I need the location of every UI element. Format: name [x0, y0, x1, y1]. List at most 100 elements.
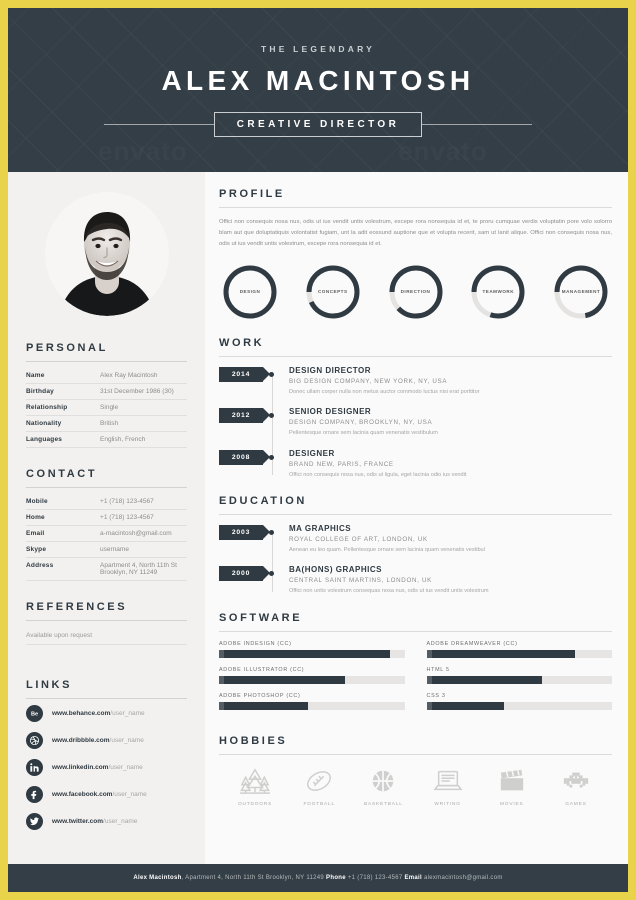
- list-item[interactable]: Be www.behance.com/user_name: [26, 705, 187, 722]
- profile-text: Offici non consequis nosa nus, odis ut i…: [219, 219, 612, 247]
- footer-address: , Apartment 4, North 11th St Brooklyn, N…: [181, 875, 327, 881]
- row-value[interactable]: username: [100, 541, 187, 558]
- footer-phone-label: Phone: [326, 875, 346, 881]
- skill-bar-label: ADOBE INDESIGN (CC): [219, 640, 292, 647]
- skill-bar-fill: [219, 675, 346, 684]
- list-item[interactable]: www.facebook.com/user_name: [26, 786, 187, 803]
- skill-label: MANAGEMENT: [561, 289, 601, 295]
- divider: [26, 487, 187, 488]
- divider: [219, 355, 612, 357]
- work-block: WORK 2014 DESIGN DIRECTOR BIG DESIGN COM…: [219, 337, 612, 479]
- software-bars: ADOBE INDESIGN (CC) ADOBE ILLUSTRATOR (C…: [219, 641, 612, 719]
- row-label: Nationality: [26, 415, 101, 432]
- degree-title: MA GRAPHICS: [289, 523, 352, 533]
- skill-bar-track: [219, 701, 405, 710]
- link-path: /user_name: [112, 791, 147, 798]
- skill-bar-fill: [426, 701, 505, 710]
- football-icon: [307, 770, 332, 791]
- job-org: BRAND NEW, PARIS, FRANCE: [289, 460, 394, 468]
- footer-phone: +1 (718) 123-4567: [345, 875, 405, 881]
- svg-text:Be: Be: [31, 711, 38, 717]
- list-item[interactable]: www.twitter.com/user_name: [26, 813, 187, 830]
- skill-bar-fill: [219, 701, 309, 710]
- table-row: Languages English, French: [26, 431, 187, 448]
- timeline-dot: [269, 413, 274, 419]
- resume-body: PERSONAL Name Alex Ray Macintosh Birthda…: [8, 172, 628, 864]
- row-label: Email: [26, 525, 101, 542]
- work-title: WORK: [219, 336, 265, 349]
- link-path: /user_name: [108, 764, 143, 771]
- trees-icon: [240, 768, 270, 794]
- skill-bar: HTML 5: [426, 667, 612, 684]
- portrait-photo: [44, 192, 169, 316]
- row-value: British: [100, 415, 187, 432]
- year-badge: 2000: [219, 566, 270, 582]
- software-title: SOFTWARE: [219, 611, 303, 624]
- hobby-item: FOOTBALL: [289, 767, 349, 807]
- profile-title: PROFILE: [219, 188, 285, 200]
- list-item: 2012 SENIOR DESIGNER DESIGN COMPANY, BRO…: [219, 407, 612, 437]
- skill-bar: ADOBE ILLUSTRATOR (CC): [219, 667, 405, 684]
- list-item: 2014 DESIGN DIRECTOR BIG DESIGN COMPANY,…: [219, 366, 612, 396]
- list-item: 2008 DESIGNER BRAND NEW, PARIS, FRANCE O…: [219, 449, 612, 479]
- year-badge: 2012: [219, 408, 270, 424]
- avatar: [44, 192, 169, 316]
- hobby-label: WRITING: [434, 801, 461, 807]
- skill-bar: ADOBE PHOTOSHOP (CC): [219, 693, 405, 710]
- link-path: /user_name: [110, 710, 145, 717]
- laptop-icon: [433, 770, 463, 790]
- job-org: DESIGN COMPANY, BROOKLYN, NY, USA: [289, 419, 433, 427]
- row-value[interactable]: a-macintosh@gmail.com: [100, 525, 187, 542]
- divider: [219, 753, 612, 755]
- basketball-icon: [373, 770, 394, 791]
- skill-bar-fill: [219, 649, 390, 658]
- list-item[interactable]: www.linkedin.com/user_name: [26, 759, 187, 776]
- divider: [26, 361, 187, 362]
- table-row: Name Alex Ray Macintosh: [26, 368, 187, 384]
- behance-icon: Be: [26, 705, 43, 722]
- row-value: 31st December 1986 (30): [100, 383, 187, 400]
- job-desc: Pellentesque ornare sem lacinia quam ven…: [289, 430, 438, 437]
- row-label: Relationship: [26, 399, 101, 416]
- school-name: ROYAL COLLEGE OF ART, LONDON, UK: [289, 535, 428, 543]
- links-list: Be www.behance.com/user_name www.dribbbl…: [26, 705, 187, 830]
- page-title: ALEX MACINTOSH: [161, 64, 475, 96]
- skill-label: DIRECTION: [400, 289, 431, 295]
- row-label: Home: [26, 509, 101, 526]
- skill-bar-label: ADOBE PHOTOSHOP (CC): [219, 692, 301, 699]
- row-value[interactable]: +1 (718) 123-4567: [100, 494, 187, 510]
- hobby-item: WRITING: [418, 767, 478, 807]
- year-badge: 2014: [219, 366, 270, 382]
- skill-bar-fill: [426, 675, 542, 684]
- link-path: /user_name: [103, 818, 138, 825]
- clapperboard-icon: [500, 769, 523, 791]
- facebook-icon: [26, 786, 43, 803]
- contact-table: Mobile +1 (718) 123-4567 Home +1 (718) 1…: [26, 494, 187, 581]
- skill-donuts: DESIGN CONCEPTS DIRECTION TEAMWORK MANAG…: [221, 263, 610, 321]
- hobby-item: MOVIES: [482, 767, 542, 807]
- hobby-label: OUTDOORS: [237, 801, 273, 807]
- table-row: Address Apartment 4, North 11th St Brook…: [26, 557, 187, 581]
- divider: [219, 207, 612, 208]
- table-row: Birthday 31st December 1986 (30): [26, 383, 187, 400]
- role-rule-left: [103, 123, 214, 125]
- profile-block: PROFILE Offici non consequis nosa nus, o…: [219, 188, 612, 321]
- row-label: Address: [26, 557, 101, 581]
- row-value[interactable]: +1 (718) 123-4567: [100, 509, 187, 526]
- skill-label: DESIGN: [239, 289, 261, 295]
- list-item: 2000 BA(HONS) GRAPHICS CENTRAL SAINT MAR…: [219, 565, 612, 595]
- row-label: Skype: [26, 541, 101, 558]
- skill-bar-label: CSS 3: [426, 692, 446, 699]
- row-value: Single: [100, 399, 187, 416]
- role-badge: CREATIVE DIRECTOR: [213, 111, 423, 137]
- list-item[interactable]: www.dribbble.com/user_name: [26, 732, 187, 749]
- skill-label: CONCEPTS: [317, 289, 348, 295]
- skill-bar-track: [219, 675, 405, 684]
- personal-table: Name Alex Ray Macintosh Birthday 31st De…: [26, 368, 187, 448]
- row-value: Alex Ray Macintosh: [100, 368, 187, 384]
- skill-donut: MANAGEMENT: [552, 263, 610, 321]
- job-role: DESIGNER: [289, 448, 335, 458]
- link-domain: www.dribbble.com: [52, 737, 110, 744]
- skill-bar-track: [426, 701, 612, 710]
- table-row: Relationship Single: [26, 399, 187, 416]
